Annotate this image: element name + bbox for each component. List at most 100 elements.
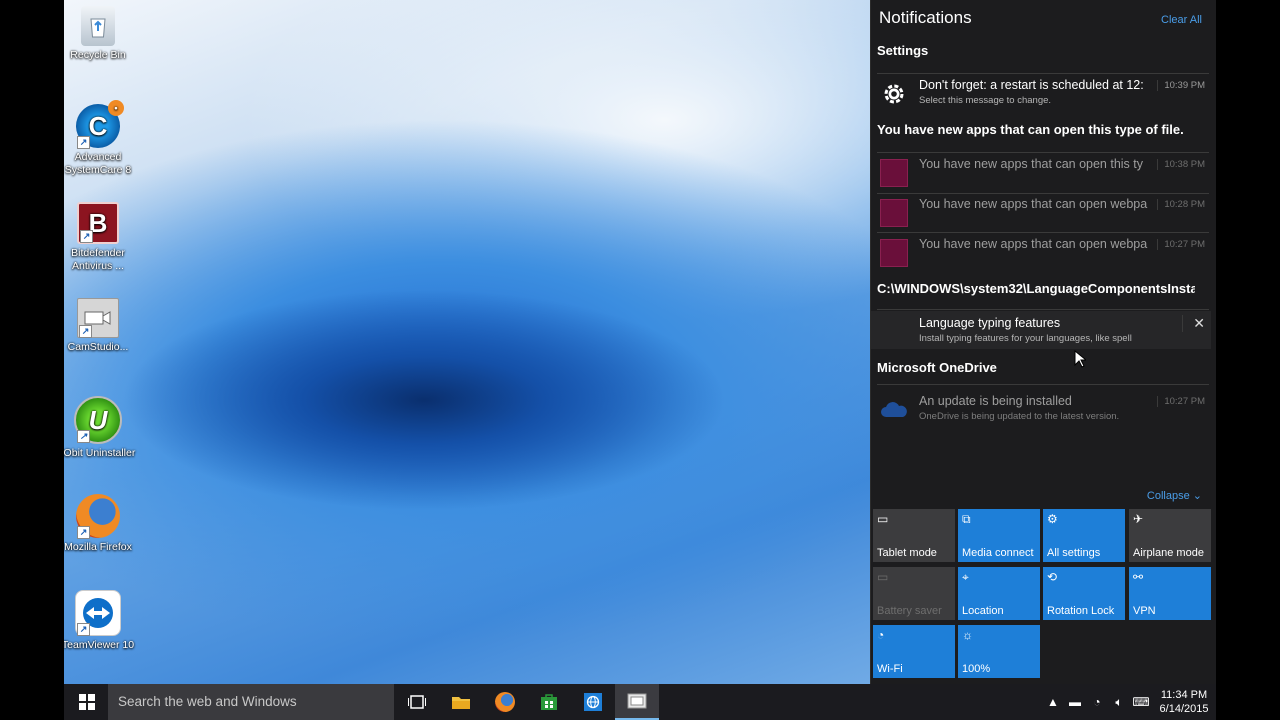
tile-all-settings[interactable]: ⚙ All settings xyxy=(1043,509,1125,562)
tile-battery-saver[interactable]: ▭ Battery saver xyxy=(873,567,955,620)
tile-airplane-mode[interactable]: ✈ Airplane mode xyxy=(1129,509,1211,562)
tile-label: Location xyxy=(962,605,1004,617)
rotation-lock-icon: ⟲ xyxy=(1047,570,1058,584)
notification-time: 10:38 PM xyxy=(1157,159,1205,170)
action-center-panel: Notifications Clear All Settings Don't f… xyxy=(870,0,1216,684)
desktop-icon-teamviewer[interactable]: ↗ TeamViewer 10 xyxy=(64,590,136,652)
tile-label: All settings xyxy=(1047,547,1101,559)
search-input[interactable]: Search the web and Windows xyxy=(108,684,394,720)
shortcut-arrow-icon: ↗ xyxy=(77,623,90,636)
system-tray: ▲ ▬ ◔ 🔈︎ ⌨ 11:34 PM 6/14/2015 xyxy=(1042,684,1216,720)
battery-saver-icon: ▭ xyxy=(877,570,889,584)
gear-icon xyxy=(879,79,909,109)
shortcut-arrow-icon: ↗ xyxy=(79,325,92,338)
iobit-uninstaller-icon: U ↗ xyxy=(74,396,122,444)
taskbar-internet-explorer[interactable] xyxy=(571,684,615,720)
airplane-icon: ✈ xyxy=(1133,512,1144,526)
notification-title: Don't forget: a restart is scheduled at … xyxy=(919,78,1144,92)
desktop-icon-bitdefender[interactable]: B ↗ Bitdefender Antivirus ... xyxy=(64,202,136,273)
desktop-icon-advanced-systemcare[interactable]: C • ↗ Advanced SystemCare 8 xyxy=(64,100,136,177)
group-title-language-components[interactable]: C:\WINDOWS\system32\LanguageComponentsIn… xyxy=(877,281,1195,296)
desktop-icon-iobit-uninstaller[interactable]: U ↗ IObit Uninstaller xyxy=(64,396,136,460)
desktop-icon-camstudio[interactable]: ↗ CamStudio... xyxy=(64,298,136,354)
group-title-onedrive[interactable]: Microsoft OneDrive xyxy=(877,360,1195,375)
clock[interactable]: 11:34 PM 6/14/2015 xyxy=(1152,688,1216,716)
task-view-button[interactable] xyxy=(395,684,439,720)
bitdefender-icon: B ↗ xyxy=(77,202,119,244)
app-tile-icon xyxy=(879,198,909,228)
notification-time: 10:27 PM xyxy=(1157,396,1205,407)
collapse-label: Collapse xyxy=(1146,490,1190,502)
notification-new-apps-2[interactable]: You have new apps that can open webpa 10… xyxy=(877,195,1209,233)
desktop-icon-label: Recycle Bin xyxy=(70,49,126,61)
notification-time: 10:39 PM xyxy=(1157,80,1205,91)
wifi-icon[interactable]: ◔ xyxy=(1086,684,1108,720)
desktop-icon-mozilla-firefox[interactable]: ↗ Mozilla Firefox xyxy=(64,494,136,554)
notification-subtitle: Select this message to change. xyxy=(919,95,1052,106)
clock-date: 6/14/2015 xyxy=(1159,703,1209,715)
desktop-icon-label: TeamViewer 10 xyxy=(64,639,135,651)
clear-all-link[interactable]: Clear All xyxy=(1161,14,1202,26)
close-icon[interactable]: ✕ xyxy=(1182,315,1205,332)
volume-icon[interactable]: 🔈︎ xyxy=(1108,684,1130,720)
firefox-icon xyxy=(495,692,515,712)
notification-language-typing[interactable]: Language typing features Install typing … xyxy=(871,311,1211,349)
desktop-icon-recycle-bin[interactable]: Recycle Bin xyxy=(64,6,136,62)
tile-wifi[interactable]: ◔ Wi-Fi xyxy=(873,625,955,678)
tile-tablet-mode[interactable]: ▭ Tablet mode xyxy=(873,509,955,562)
tile-media-connect[interactable]: ⧉ Media connect xyxy=(958,509,1040,562)
camstudio-icon: ↗ xyxy=(77,298,119,338)
taskbar-store[interactable] xyxy=(527,684,571,720)
tile-brightness[interactable]: ☼ 100% xyxy=(958,625,1040,678)
notification-title: You have new apps that can open webpa xyxy=(919,237,1148,251)
notification-onedrive-update[interactable]: An update is being installed OneDrive is… xyxy=(877,392,1209,430)
chevron-down-icon: ⌄ xyxy=(1192,490,1202,502)
taskbar-file-explorer[interactable] xyxy=(439,684,483,720)
notification-title: You have new apps that can open this ty xyxy=(919,157,1144,171)
action-center-title: Notifications xyxy=(879,8,972,27)
screen: Recycle Bin C • ↗ Advanced SystemCare 8 … xyxy=(64,0,1216,720)
face-badge-icon: • xyxy=(108,100,124,116)
notification-title: An update is being installed xyxy=(919,394,1072,408)
teamviewer-icon: ↗ xyxy=(75,590,121,636)
desktop-icon-label: Bitdefender Antivirus ... xyxy=(71,247,125,272)
show-hidden-icons-icon[interactable]: ▲ xyxy=(1042,684,1064,720)
notification-title: Language typing features xyxy=(919,316,1061,330)
cloud-icon xyxy=(879,395,909,425)
firefox-icon: ↗ xyxy=(76,494,120,539)
group-title-settings[interactable]: Settings xyxy=(877,43,1195,58)
tablet-icon: ▭ xyxy=(877,512,889,526)
tile-label: Airplane mode xyxy=(1133,547,1204,559)
app-tile-icon xyxy=(879,158,909,188)
taskbar-firefox[interactable] xyxy=(483,684,527,720)
location-icon: ⌖ xyxy=(962,570,969,584)
battery-icon[interactable]: ▬ xyxy=(1064,684,1086,720)
notification-restart[interactable]: Don't forget: a restart is scheduled at … xyxy=(877,76,1209,114)
notification-title: You have new apps that can open webpa xyxy=(919,197,1148,211)
tile-label: 100% xyxy=(962,663,991,675)
shortcut-arrow-icon: ↗ xyxy=(77,136,90,149)
collapse-link[interactable]: Collapse ⌄ xyxy=(1147,489,1202,502)
taskbar-camstudio[interactable] xyxy=(615,684,659,720)
windows-logo-icon xyxy=(79,694,95,710)
group-title-new-apps[interactable]: You have new apps that can open this typ… xyxy=(877,122,1195,137)
tile-label: Rotation Lock xyxy=(1047,605,1115,617)
globe-icon xyxy=(584,693,602,711)
wifi-icon: ◔ xyxy=(877,628,885,642)
keyboard-icon[interactable]: ⌨ xyxy=(1130,684,1152,720)
notification-new-apps-1[interactable]: You have new apps that can open this ty … xyxy=(877,155,1209,193)
tile-location[interactable]: ⌖ Location xyxy=(958,567,1040,620)
gear-icon: ⚙ xyxy=(1047,512,1058,526)
notification-time: 10:28 PM xyxy=(1157,199,1205,210)
shortcut-arrow-icon: ↗ xyxy=(77,430,90,443)
tile-vpn[interactable]: ⚯ VPN xyxy=(1129,567,1211,620)
notification-new-apps-3[interactable]: You have new apps that can open webpa 10… xyxy=(877,235,1209,273)
tile-rotation-lock[interactable]: ⟲ Rotation Lock xyxy=(1043,567,1125,620)
tile-label: Battery saver xyxy=(877,605,942,617)
notification-subtitle: Install typing features for your languag… xyxy=(919,333,1132,344)
advanced-systemcare-icon: C • ↗ xyxy=(76,100,124,149)
start-button[interactable] xyxy=(64,684,110,720)
tile-label: Media connect xyxy=(962,547,1034,559)
desktop-icon-label: IObit Uninstaller xyxy=(64,447,136,459)
media-connect-icon: ⧉ xyxy=(962,512,971,526)
